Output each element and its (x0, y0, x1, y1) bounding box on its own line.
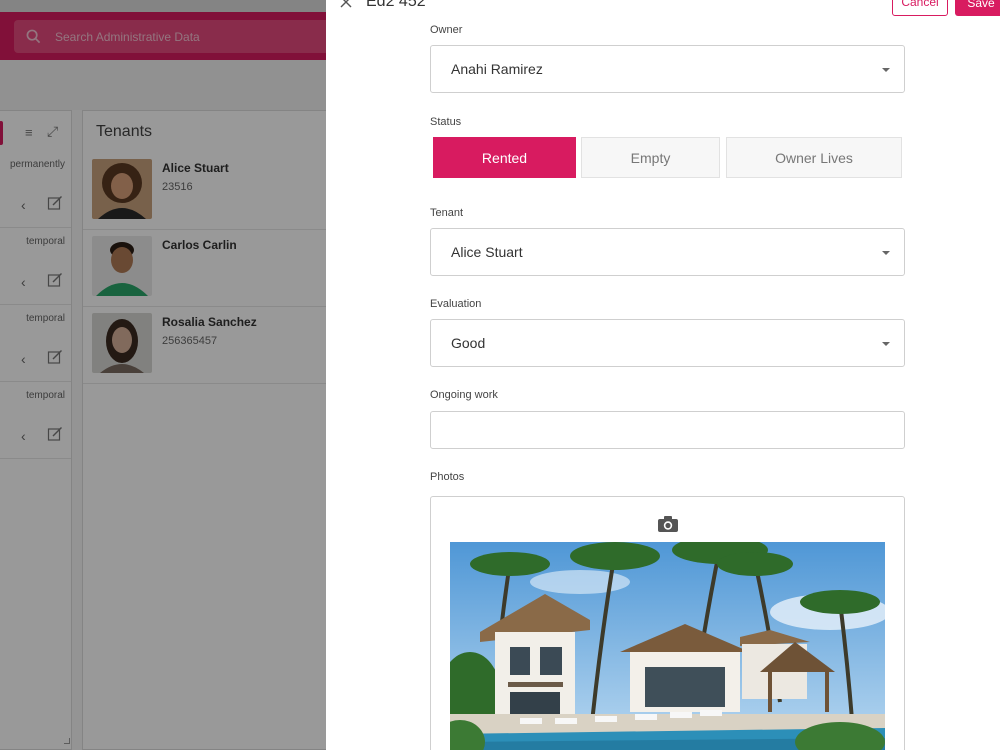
caret-down-icon (882, 342, 890, 346)
caret-down-icon (882, 68, 890, 72)
ongoing-work-input[interactable] (430, 411, 905, 449)
status-label: Status (430, 116, 462, 128)
photos-uploader[interactable] (430, 496, 905, 750)
evaluation-select[interactable]: Good (430, 319, 905, 367)
photos-label: Photos (430, 471, 465, 483)
camera-icon[interactable] (657, 515, 679, 533)
close-icon[interactable] (338, 0, 354, 10)
evaluation-value: Good (451, 335, 486, 351)
owner-value: Anahi Ramirez (451, 61, 543, 77)
tenant-value: Alice Stuart (451, 244, 523, 260)
drawer-title: Ed2 452 (366, 0, 426, 10)
status-option-owner-lives[interactable]: Owner Lives (726, 137, 902, 178)
evaluation-label: Evaluation (430, 298, 482, 310)
owner-select[interactable]: Anahi Ramirez (430, 45, 905, 93)
cancel-button[interactable]: Cancel (892, 0, 948, 16)
save-button[interactable]: Save (955, 0, 1000, 16)
edit-drawer: Ed2 452 Cancel Save Owner Anahi Ramirez … (326, 0, 1000, 750)
tenant-select[interactable]: Alice Stuart (430, 228, 905, 276)
status-option-rented[interactable]: Rented (433, 137, 576, 178)
owner-label: Owner (430, 24, 463, 36)
status-option-empty[interactable]: Empty (581, 137, 720, 178)
modal-overlay[interactable] (0, 0, 326, 750)
house-photo[interactable] (450, 542, 885, 750)
tenant-label: Tenant (430, 207, 464, 219)
ongoing-work-label: Ongoing work (430, 389, 498, 401)
caret-down-icon (882, 251, 890, 255)
